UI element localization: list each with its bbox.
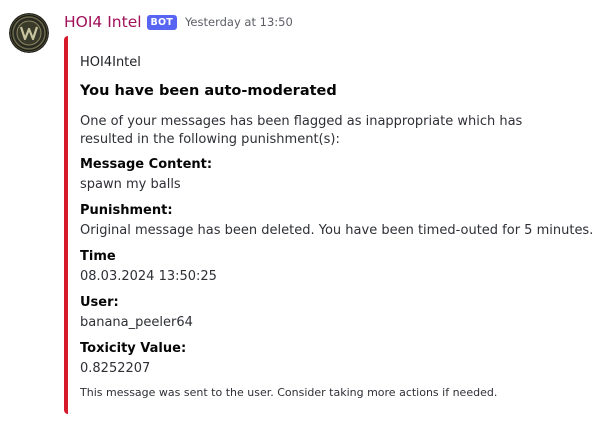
embed-field-user: User: banana_peeler64 <box>80 294 560 332</box>
field-value: spawn my balls <box>80 177 181 192</box>
field-name: Toxicity Value: <box>80 341 187 356</box>
field-name: User: <box>80 295 119 310</box>
hoi4-logo-icon <box>9 13 49 53</box>
embed-card: HOI4Intel You have been auto-moderated O… <box>64 36 593 414</box>
embed-field-time: Time 08.03.2024 13:50:25 <box>80 248 560 286</box>
username[interactable]: HOI4 Intel <box>64 13 142 31</box>
avatar[interactable] <box>9 13 49 53</box>
timestamp[interactable]: Yesterday at 13:50 <box>185 15 293 29</box>
field-value: banana_peeler64 <box>80 315 193 330</box>
bot-badge: BOT <box>146 14 177 30</box>
field-value: 0.8252207 <box>80 361 151 376</box>
embed-field-punishment: Punishment: Original message has been de… <box>80 202 594 240</box>
field-value: 08.03.2024 13:50:25 <box>80 269 217 284</box>
embed-title: You have been auto-moderated <box>80 83 337 99</box>
embed-footer: This message was sent to the user. Consi… <box>80 386 498 399</box>
field-name: Punishment: <box>80 203 173 218</box>
embed-author: HOI4Intel <box>80 55 141 70</box>
field-name: Message Content: <box>80 157 213 172</box>
message-header: HOI4 Intel BOT Yesterday at 13:50 <box>64 11 293 33</box>
embed-field-toxicity: Toxicity Value: 0.8252207 <box>80 340 560 378</box>
field-value: Original message has been deleted. You h… <box>80 223 594 238</box>
chat-message: HOI4 Intel BOT Yesterday at 13:50 HOI4In… <box>0 0 601 422</box>
embed-description: One of your messages has been flagged as… <box>80 114 523 147</box>
embed-field-message-content: Message Content: spawn my balls <box>80 156 560 194</box>
field-name: Time <box>80 249 116 264</box>
